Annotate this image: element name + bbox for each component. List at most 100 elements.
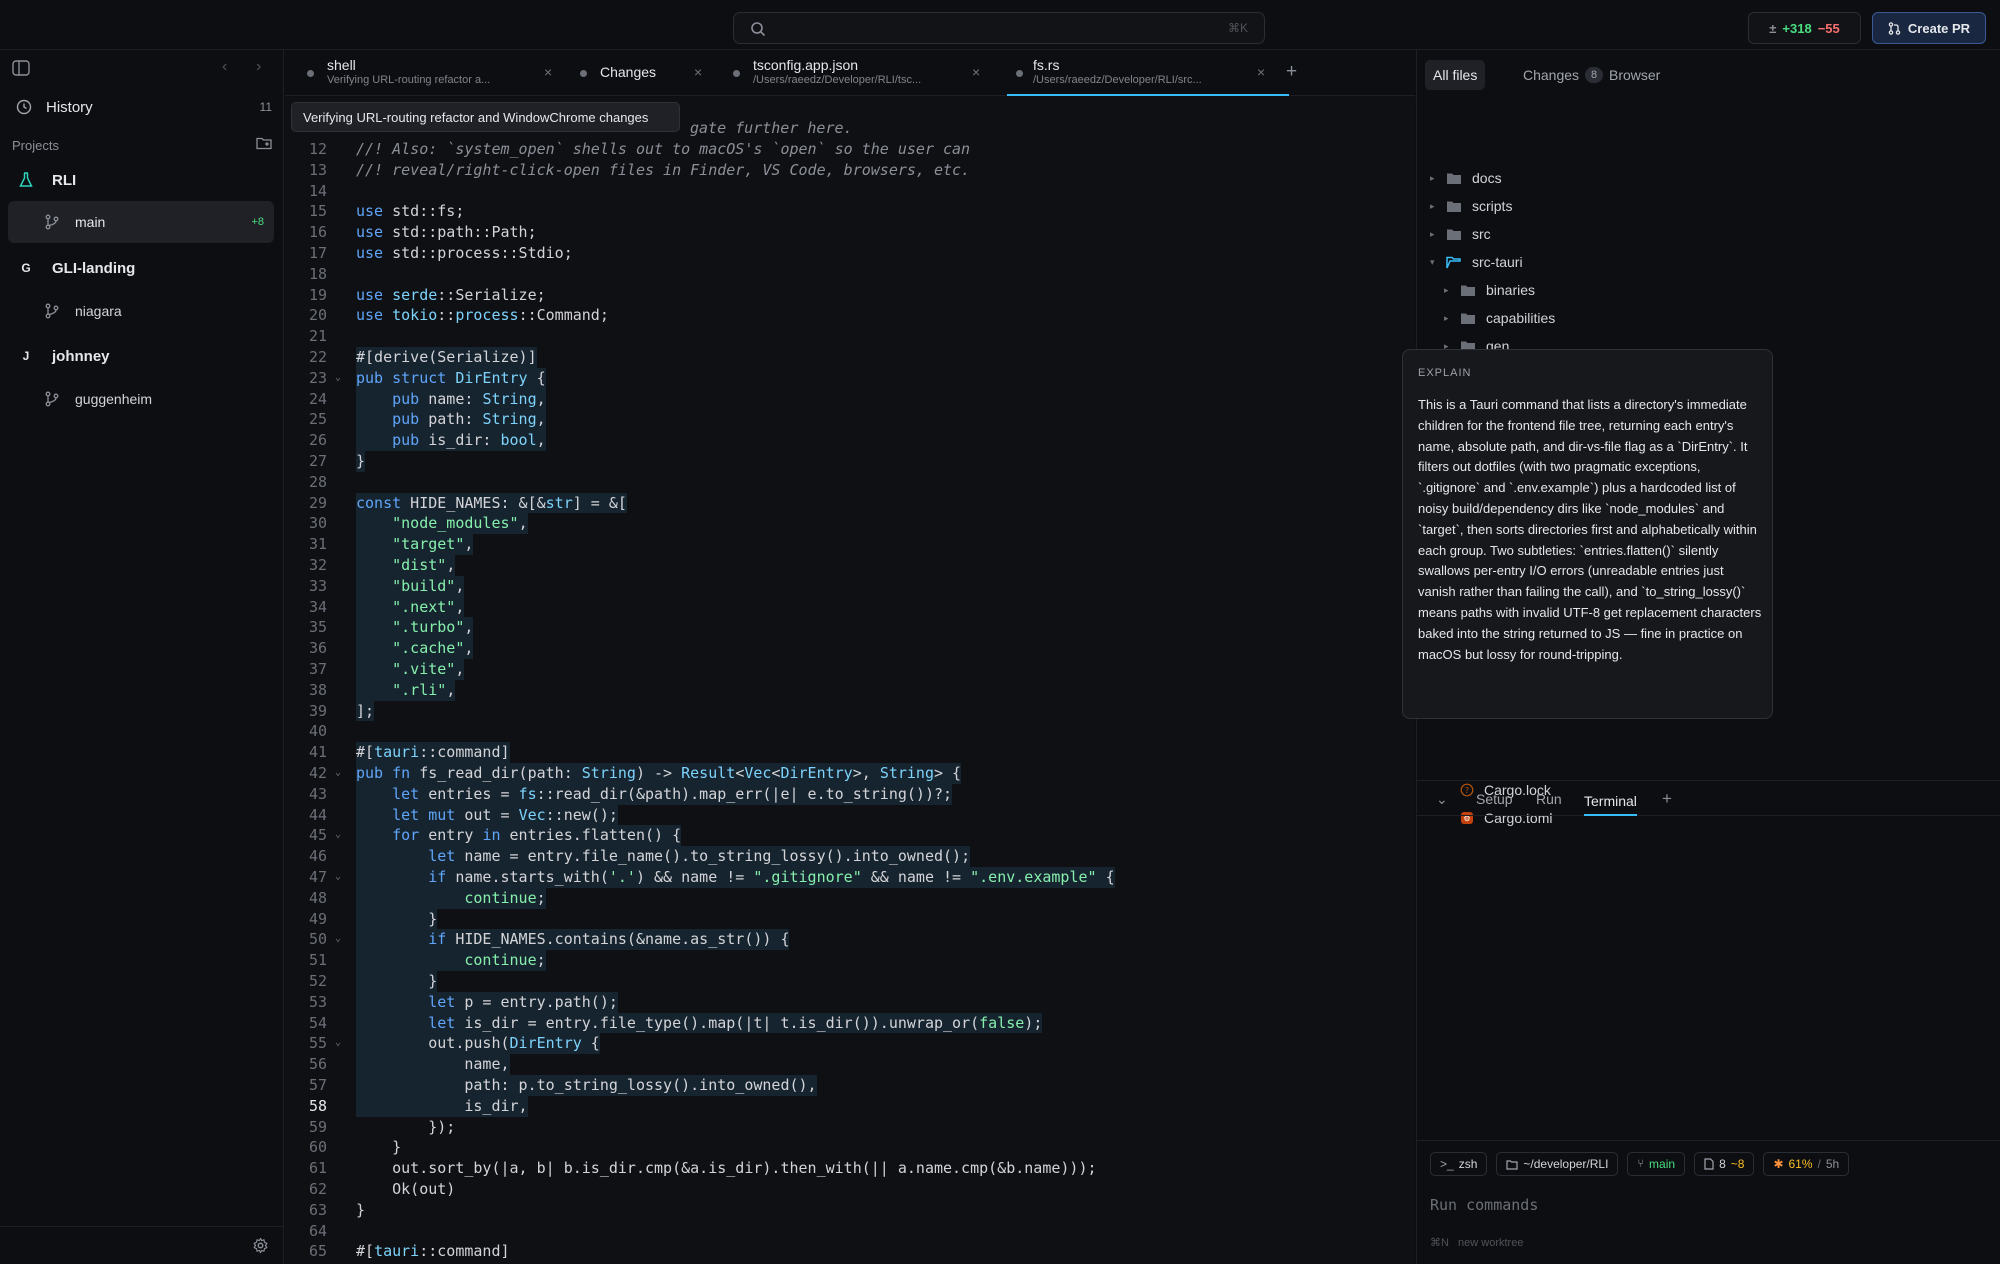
shell-chip[interactable]: >_ zsh <box>1430 1152 1488 1176</box>
line-number: 46 <box>308 847 327 866</box>
diff-stats-button[interactable]: ± +318 −55 <box>1748 12 1861 44</box>
tree-item[interactable]: ▸ capabilities <box>1444 304 1555 332</box>
code-line: 53 let p = entry.path(); <box>285 991 1415 1013</box>
line-number: 38 <box>308 680 327 699</box>
collapse-chevron-icon[interactable]: ⌄ <box>1436 787 1448 811</box>
code-line: 17 use std::process::Stdio; <box>285 243 1415 264</box>
line-number: 65 <box>308 1242 327 1261</box>
diff-icon: ± <box>1769 20 1777 36</box>
code-editor[interactable]: gate further here. 12 //! Also: `system_o… <box>285 97 1415 1264</box>
chevron-right-icon: ▸ <box>1444 284 1449 295</box>
code-line: 65 #[tauri::command] <box>285 1241 1415 1262</box>
code-text: let p = entry.path(); <box>356 991 618 1013</box>
code-line: 31 "target", <box>285 534 1415 555</box>
tab-title: Changes <box>600 64 657 80</box>
branch-main[interactable]: main +8 <box>8 201 274 243</box>
sidebar-item-history[interactable]: History 11 <box>8 87 276 127</box>
project-johnney[interactable]: J johnney <box>8 336 276 376</box>
code-text: ".turbo", <box>356 617 474 639</box>
tab-subtitle: /Users/raeedz/Developer/RLI/src... <box>1033 74 1202 86</box>
code-line: 51 continue; <box>285 950 1415 971</box>
code-text: } <box>356 971 438 992</box>
tab-terminal[interactable]: Terminal <box>1584 787 1637 816</box>
flask-icon <box>14 168 38 192</box>
command-search[interactable]: ⌘K <box>733 12 1265 44</box>
code-line: 21 <box>285 326 1415 347</box>
hint-text: new worktree <box>1458 1237 1524 1249</box>
code-text: ".cache", <box>356 638 474 659</box>
code-text: name, <box>356 1054 510 1075</box>
line-number: 23 <box>308 368 327 387</box>
tab-fs-rs[interactable]: fs.rs /Users/raeedz/Developer/RLI/src...… <box>1007 50 1289 96</box>
tab-tooltip: Verifying URL-routing refactor and Windo… <box>291 102 680 132</box>
branch-chip[interactable]: ⑂ main <box>1627 1152 1686 1176</box>
code-line: 16 use std::path::Path; <box>285 222 1415 243</box>
code-line: 18 <box>285 264 1415 285</box>
close-icon[interactable]: × <box>544 64 552 80</box>
tab-all-files[interactable]: All files <box>1425 60 1486 90</box>
search-icon <box>750 21 766 37</box>
create-pr-button[interactable]: Create PR <box>1872 12 1986 44</box>
close-icon[interactable]: × <box>694 64 702 80</box>
terminal-input[interactable]: Run commands <box>1430 1196 1538 1214</box>
code-line: 12 //! Also: `system_open` shells out to … <box>285 139 1415 160</box>
tab-tsconfig[interactable]: tsconfig.app.json /Users/raeedz/Develope… <box>719 50 1002 96</box>
cwd-chip[interactable]: ~/developer/RLI <box>1496 1152 1619 1176</box>
tab-run[interactable]: Run <box>1536 787 1562 811</box>
tree-item[interactable]: ▾ src-tauri <box>1430 248 1523 276</box>
chevron-right-icon: ▸ <box>1430 228 1435 239</box>
code-text: #[derive(Serialize)] <box>356 347 537 368</box>
code-line: 40 <box>285 721 1415 742</box>
line-number: 39 <box>308 701 327 720</box>
line-number: 36 <box>308 639 327 658</box>
line-number: 35 <box>308 618 327 637</box>
tab-status-dot <box>580 70 587 77</box>
tree-item[interactable]: ▸ scripts <box>1430 192 1512 220</box>
new-tab-icon[interactable]: + <box>1286 61 1297 83</box>
fold-chevron-icon[interactable]: ⌄ <box>335 825 341 846</box>
line-number: 31 <box>308 535 327 554</box>
code-line: 34 ".next", <box>285 596 1415 618</box>
tab-browser[interactable]: Browser <box>1601 60 1668 90</box>
fold-chevron-icon[interactable]: ⌄ <box>335 763 341 784</box>
tab-setup[interactable]: Setup <box>1476 787 1513 811</box>
add-terminal-icon[interactable]: + <box>1662 787 1672 811</box>
file-icon <box>1704 1158 1714 1170</box>
tree-item[interactable]: ▸ src <box>1430 220 1491 248</box>
code-line: 63} <box>285 1200 1415 1221</box>
project-rli[interactable]: RLI <box>8 160 276 200</box>
branch-niagara[interactable]: niagara <box>8 290 274 332</box>
branch-guggenheim[interactable]: guggenheim <box>8 378 274 420</box>
tree-item-label: docs <box>1472 170 1502 186</box>
terminal-status-chips: >_ zsh ~/developer/RLI ⑂ main 8 ~8 ✱ 61%… <box>1430 1152 1850 1176</box>
close-icon[interactable]: × <box>1257 64 1265 80</box>
tree-item-label: binaries <box>1486 282 1536 298</box>
fold-chevron-icon[interactable]: ⌄ <box>335 368 341 389</box>
code-line: 33 "build", <box>285 575 1415 597</box>
forward-icon[interactable]: › <box>256 58 261 76</box>
code-text: if HIDE_NAMES.contains(&name.as_str()) { <box>356 929 790 951</box>
sidebar-toggle-icon[interactable] <box>12 60 30 76</box>
tab-changes-panel[interactable]: Changes 8 <box>1515 60 1611 90</box>
files-chip[interactable]: 8 ~8 <box>1694 1152 1755 1176</box>
add-project-folder-icon[interactable] <box>256 136 272 150</box>
project-badge: J <box>22 349 30 363</box>
sparkle-icon: ✱ <box>1773 1157 1784 1171</box>
sidebar: ‹ › History 11 Projects RLI main +8 G GL… <box>0 50 284 1264</box>
code-line: 26 pub is_dir: bool, <box>285 430 1415 451</box>
fold-chevron-icon[interactable]: ⌄ <box>335 867 341 888</box>
line-number: 12 <box>308 140 327 158</box>
fold-chevron-icon[interactable]: ⌄ <box>335 929 341 950</box>
usage-chip[interactable]: ✱ 61% / 5h <box>1763 1152 1850 1176</box>
tab-changes[interactable]: Changes × <box>570 50 719 96</box>
back-icon[interactable]: ‹ <box>222 58 227 76</box>
tab-shell[interactable]: shell Verifying URL-routing refactor a..… <box>285 50 570 96</box>
tree-item[interactable]: ▸ binaries <box>1444 276 1535 304</box>
fold-chevron-icon[interactable]: ⌄ <box>335 1033 341 1054</box>
code-line: 29 const HIDE_NAMES: &[&str] = &[ <box>285 492 1415 514</box>
tree-item[interactable]: ▸ docs <box>1430 164 1502 192</box>
close-icon[interactable]: × <box>972 64 980 80</box>
branch-name: guggenheim <box>75 391 153 407</box>
project-gli-landing[interactable]: G GLI-landing <box>8 248 276 288</box>
gear-icon[interactable] <box>252 1237 269 1254</box>
